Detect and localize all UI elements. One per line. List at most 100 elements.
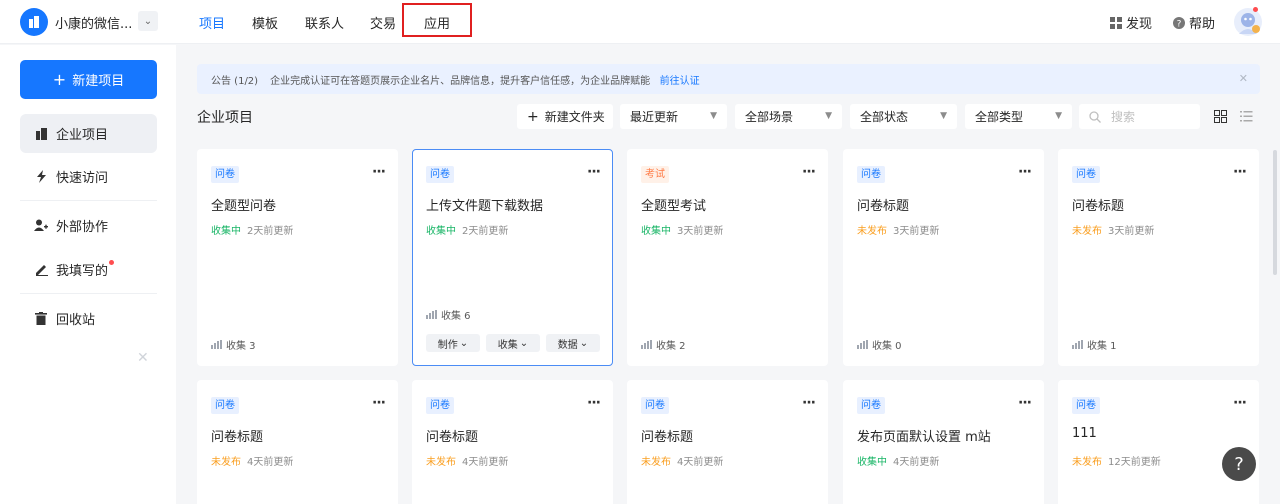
- scene-filter-select[interactable]: 全部场景 ▼: [735, 104, 842, 129]
- status-badge: 未发布: [857, 226, 887, 237]
- project-card[interactable]: 问卷 ··· 问卷标题 未发布 3天前更新 收集 0: [843, 149, 1044, 366]
- announcement-bar: 公告 (1/2) 企业完成认证可在答题页展示企业名片、品牌信息，提升客户信任感，…: [197, 64, 1260, 94]
- updated-time: 3天前更新: [1108, 226, 1155, 237]
- status-badge: 未发布: [211, 457, 241, 468]
- chevron-down-icon: ⌄: [579, 337, 589, 349]
- collect-count: 收集 2: [656, 341, 686, 352]
- chevron-down-icon[interactable]: ⌄: [138, 11, 158, 31]
- grid-icon: [1110, 16, 1122, 29]
- type-badge: 问卷: [641, 397, 669, 414]
- project-card[interactable]: 考试 ··· 全题型考试 收集中 3天前更新 收集 2: [627, 149, 828, 366]
- search-icon: [1089, 110, 1101, 123]
- project-card[interactable]: 问卷 ··· 问卷标题 未发布 3天前更新 收集 1: [1058, 149, 1259, 366]
- top-bar: 小康的微信... ⌄ 项目 模板 联系人 交易 应用 发现 ? 帮助: [0, 0, 1280, 44]
- updated-time: 3天前更新: [893, 226, 940, 237]
- nav-contacts[interactable]: 联系人: [305, 0, 344, 44]
- card-title: 发布页面默认设置 m站: [857, 430, 991, 445]
- user-add-icon: [34, 219, 48, 233]
- more-icon[interactable]: ···: [587, 164, 601, 180]
- status-badge: 未发布: [641, 457, 671, 468]
- chart-bar-icon: [211, 340, 222, 349]
- updated-time: 4天前更新: [462, 457, 509, 468]
- more-icon[interactable]: ···: [1018, 164, 1032, 180]
- sort-value: 最近更新: [630, 110, 679, 124]
- workspace-name[interactable]: 小康的微信...: [55, 13, 132, 32]
- more-icon[interactable]: ···: [372, 164, 386, 180]
- chart-bar-icon: [857, 340, 868, 349]
- scrollbar-thumb[interactable]: [1273, 150, 1277, 275]
- new-folder-button[interactable]: + 新建文件夹: [517, 104, 613, 129]
- edit-button[interactable]: 制作 ⌄: [426, 334, 480, 352]
- sidebar-item-external-collab[interactable]: 外部协作: [20, 206, 157, 245]
- sidebar-item-quick-access[interactable]: 快速访问: [20, 157, 157, 196]
- collect-label: 收集: [497, 339, 518, 351]
- card-title: 上传文件题下载数据: [426, 199, 544, 214]
- sidebar-item-my-filled[interactable]: 我填写的: [20, 250, 157, 289]
- workspace-logo-icon[interactable]: [20, 8, 48, 36]
- card-title: 问卷标题: [211, 430, 264, 445]
- help-fab-button[interactable]: ?: [1222, 447, 1256, 481]
- project-card[interactable]: 问卷 ··· 问卷标题 未发布 4天前更新: [627, 380, 828, 504]
- updated-time: 12天前更新: [1108, 457, 1161, 468]
- sidebar: + 新建项目 企业项目 快速访问 外部协作 我填写的 回收站 ✕: [0, 45, 176, 504]
- new-project-button[interactable]: + 新建项目: [20, 60, 157, 99]
- status-badge: 未发布: [1072, 226, 1102, 237]
- sort-select[interactable]: 最近更新 ▼: [620, 104, 727, 129]
- updated-time: 4天前更新: [893, 457, 940, 468]
- status-filter-select[interactable]: 全部状态 ▼: [850, 104, 957, 129]
- grid-view-icon[interactable]: [1214, 110, 1227, 127]
- status-filter-value: 全部状态: [860, 110, 909, 124]
- type-badge: 考试: [641, 166, 669, 183]
- sidebar-item-enterprise-projects[interactable]: 企业项目: [20, 114, 157, 153]
- status-badge: 收集中: [641, 226, 671, 237]
- data-label: 数据: [557, 339, 578, 351]
- search-input[interactable]: [1111, 109, 1191, 124]
- new-folder-label: 新建文件夹: [544, 110, 605, 124]
- nav-templates[interactable]: 模板: [252, 0, 278, 44]
- collect-button[interactable]: 收集 ⌄: [486, 334, 540, 352]
- status-badge: 收集中: [857, 457, 887, 468]
- more-icon[interactable]: ···: [1233, 395, 1247, 411]
- nav-transactions[interactable]: 交易: [370, 0, 396, 44]
- project-card[interactable]: 问卷 ··· 问卷标题 未发布 4天前更新: [197, 380, 398, 504]
- project-card[interactable]: 问卷 ··· 发布页面默认设置 m站 收集中 4天前更新: [843, 380, 1044, 504]
- sidebar-item-label: 回收站: [56, 313, 96, 328]
- svg-text:?: ?: [1177, 19, 1182, 29]
- project-card[interactable]: 问卷 ··· 上传文件题下载数据 收集中 2天前更新 收集 6 制作 ⌄ 收集 ⌄ 数…: [412, 149, 613, 366]
- verify-link[interactable]: 前往认证: [660, 76, 700, 87]
- type-filter-select[interactable]: 全部类型 ▼: [965, 104, 1072, 129]
- nav-projects[interactable]: 项目: [199, 0, 225, 44]
- caret-down-icon: ▼: [710, 111, 717, 121]
- discover-label: 发现: [1126, 17, 1153, 32]
- project-card[interactable]: 问卷 ··· 111 未发布 12天前更新: [1058, 380, 1259, 504]
- collapse-sidebar-icon[interactable]: ✕: [137, 350, 149, 366]
- divider: [20, 200, 157, 201]
- scene-filter-value: 全部场景: [745, 110, 794, 124]
- project-card[interactable]: 问卷 ··· 全题型问卷 收集中 2天前更新 收集 3: [197, 149, 398, 366]
- more-icon[interactable]: ···: [372, 395, 386, 411]
- data-button[interactable]: 数据 ⌄: [546, 334, 600, 352]
- updated-time: 4天前更新: [247, 457, 294, 468]
- sidebar-item-recycle-bin[interactable]: 回收站: [20, 299, 157, 338]
- highlight-box: [402, 3, 472, 37]
- more-icon[interactable]: ···: [802, 395, 816, 411]
- trash-icon: [34, 312, 48, 326]
- search-box[interactable]: [1079, 104, 1200, 129]
- type-badge: 问卷: [857, 397, 885, 414]
- project-card[interactable]: 问卷 ··· 问卷标题 未发布 4天前更新: [412, 380, 613, 504]
- more-icon[interactable]: ···: [1233, 164, 1247, 180]
- more-icon[interactable]: ···: [587, 395, 601, 411]
- more-icon[interactable]: ···: [1018, 395, 1032, 411]
- more-icon[interactable]: ···: [802, 164, 816, 180]
- close-icon[interactable]: ✕: [1239, 72, 1248, 85]
- list-view-icon[interactable]: [1240, 110, 1253, 127]
- collect-count: 收集 0: [872, 341, 902, 352]
- help-button[interactable]: ? 帮助: [1173, 13, 1215, 32]
- type-badge: 问卷: [857, 166, 885, 183]
- pen-icon: [34, 263, 48, 277]
- collect-count: 收集 6: [441, 311, 471, 322]
- avatar[interactable]: [1234, 8, 1262, 36]
- announcement-text: 企业完成认证可在答题页展示企业名片、品牌信息，提升客户信任感，为企业品牌赋能: [270, 75, 651, 87]
- discover-button[interactable]: 发现: [1110, 13, 1152, 32]
- updated-time: 4天前更新: [677, 457, 724, 468]
